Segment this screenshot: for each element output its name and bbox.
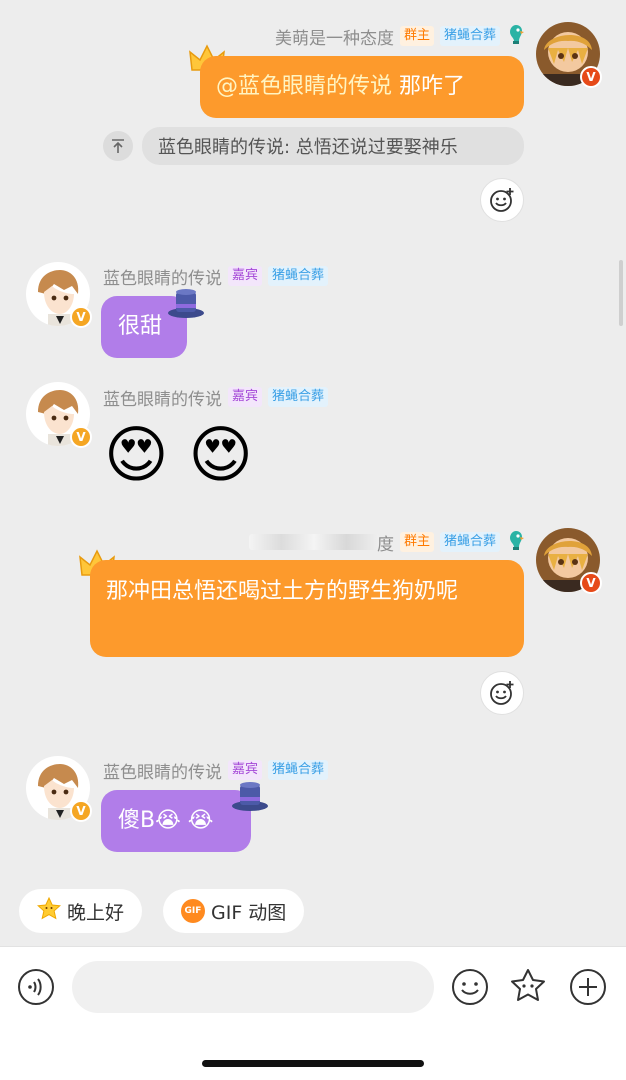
- quoted-message[interactable]: 蓝色眼睛的传说: 总悟还说过要娶神乐: [142, 127, 524, 165]
- sender-row: 蓝色眼睛的传说 嘉宾 猪蝇合葬: [103, 264, 329, 289]
- sticker-icon: [511, 969, 545, 1001]
- role-tag: 群主: [399, 26, 434, 46]
- message-text: 很甜: [118, 314, 163, 339]
- gif-icon: GIF: [181, 899, 205, 923]
- add-reaction-button[interactable]: [480, 178, 524, 222]
- chip-label: 晚上好: [67, 901, 125, 924]
- quote-collapse-icon[interactable]: [103, 131, 133, 161]
- input-bar: [0, 946, 626, 1080]
- parrot-icon: [506, 23, 526, 49]
- emoji-icon: [452, 969, 488, 1005]
- add-reaction-icon: [490, 188, 514, 212]
- message-text: 那咋了: [399, 74, 466, 99]
- verified-badge-icon: V: [70, 800, 92, 822]
- blurred-name-placeholder: [248, 534, 379, 550]
- add-reaction-icon: [490, 681, 514, 705]
- message-text: 😍 😍: [104, 418, 253, 491]
- sender-name[interactable]: 蓝色眼睛的传说: [103, 264, 222, 289]
- parrot-icon: [506, 529, 526, 555]
- sender-row: 美萌是一种态度 群主 猪蝇合葬: [275, 23, 526, 49]
- emoji-button[interactable]: [450, 967, 490, 1007]
- sender-name[interactable]: 美萌是一种态度: [275, 24, 394, 49]
- emoji-message[interactable]: 😍 😍: [104, 412, 284, 498]
- message-bubble[interactable]: 傻B😭 😭: [101, 790, 251, 852]
- sender-row: 蓝色眼睛的传说 嘉宾 猪蝇合葬: [103, 758, 329, 783]
- group-tag: 猪蝇合葬: [268, 387, 329, 407]
- avatar-owner[interactable]: V: [536, 528, 602, 594]
- quoted-text: 蓝色眼睛的传说: 总悟还说过要娶神乐: [158, 137, 458, 158]
- verified-badge-icon: V: [580, 572, 602, 594]
- role-tag: 嘉宾: [228, 266, 263, 286]
- quick-reply-gif[interactable]: GIF GIF 动图: [163, 889, 305, 933]
- verified-badge-icon: V: [70, 306, 92, 328]
- avatar-guest[interactable]: V: [26, 262, 92, 328]
- top-hat-icon: [230, 781, 270, 817]
- avatar-owner[interactable]: V: [536, 22, 602, 88]
- chip-label: GIF 动图: [211, 901, 287, 924]
- scroll-indicator[interactable]: [619, 260, 623, 326]
- sender-name[interactable]: 蓝色眼睛的传说: [103, 758, 222, 783]
- sender-name[interactable]: 蓝色眼睛的传说: [103, 385, 222, 410]
- mention-link[interactable]: @蓝色眼睛的传说: [216, 74, 392, 99]
- role-tag: 嘉宾: [228, 760, 263, 780]
- group-tag: 猪蝇合葬: [439, 26, 500, 46]
- voice-button[interactable]: [16, 967, 56, 1007]
- star-face-icon: [37, 896, 61, 926]
- plus-icon: [570, 969, 606, 1005]
- message-input[interactable]: [72, 961, 434, 1013]
- role-tag: 群主: [399, 532, 434, 552]
- more-button[interactable]: [568, 967, 608, 1007]
- top-hat-icon: [166, 288, 206, 324]
- verified-badge-icon: V: [580, 66, 602, 88]
- message-bubble[interactable]: @蓝色眼睛的传说 那咋了: [200, 56, 524, 118]
- sender-row: 蓝色眼睛的传说 嘉宾 猪蝇合葬: [103, 385, 329, 410]
- sender-row: 度 群主 猪蝇合葬: [248, 529, 526, 555]
- home-indicator[interactable]: [202, 1060, 424, 1067]
- avatar-guest[interactable]: V: [26, 756, 92, 822]
- message-text: 傻B😭 😭: [118, 808, 214, 833]
- sender-name[interactable]: 度: [377, 530, 394, 555]
- verified-badge-icon: V: [70, 426, 92, 448]
- role-tag: 嘉宾: [228, 387, 263, 407]
- group-tag: 猪蝇合葬: [268, 266, 329, 286]
- message-bubble[interactable]: 那冲田总悟还喝过土方的野生狗奶呢: [90, 560, 524, 657]
- add-reaction-button[interactable]: [480, 671, 524, 715]
- message-text: 那冲田总悟还喝过土方的野生狗奶呢: [106, 579, 459, 604]
- quick-reply-good-evening[interactable]: 晚上好: [19, 889, 143, 933]
- sticker-button[interactable]: [508, 967, 548, 1007]
- group-tag: 猪蝇合葬: [268, 760, 329, 780]
- voice-icon: [18, 969, 54, 1005]
- group-tag: 猪蝇合葬: [439, 532, 500, 552]
- avatar-guest[interactable]: V: [26, 382, 92, 448]
